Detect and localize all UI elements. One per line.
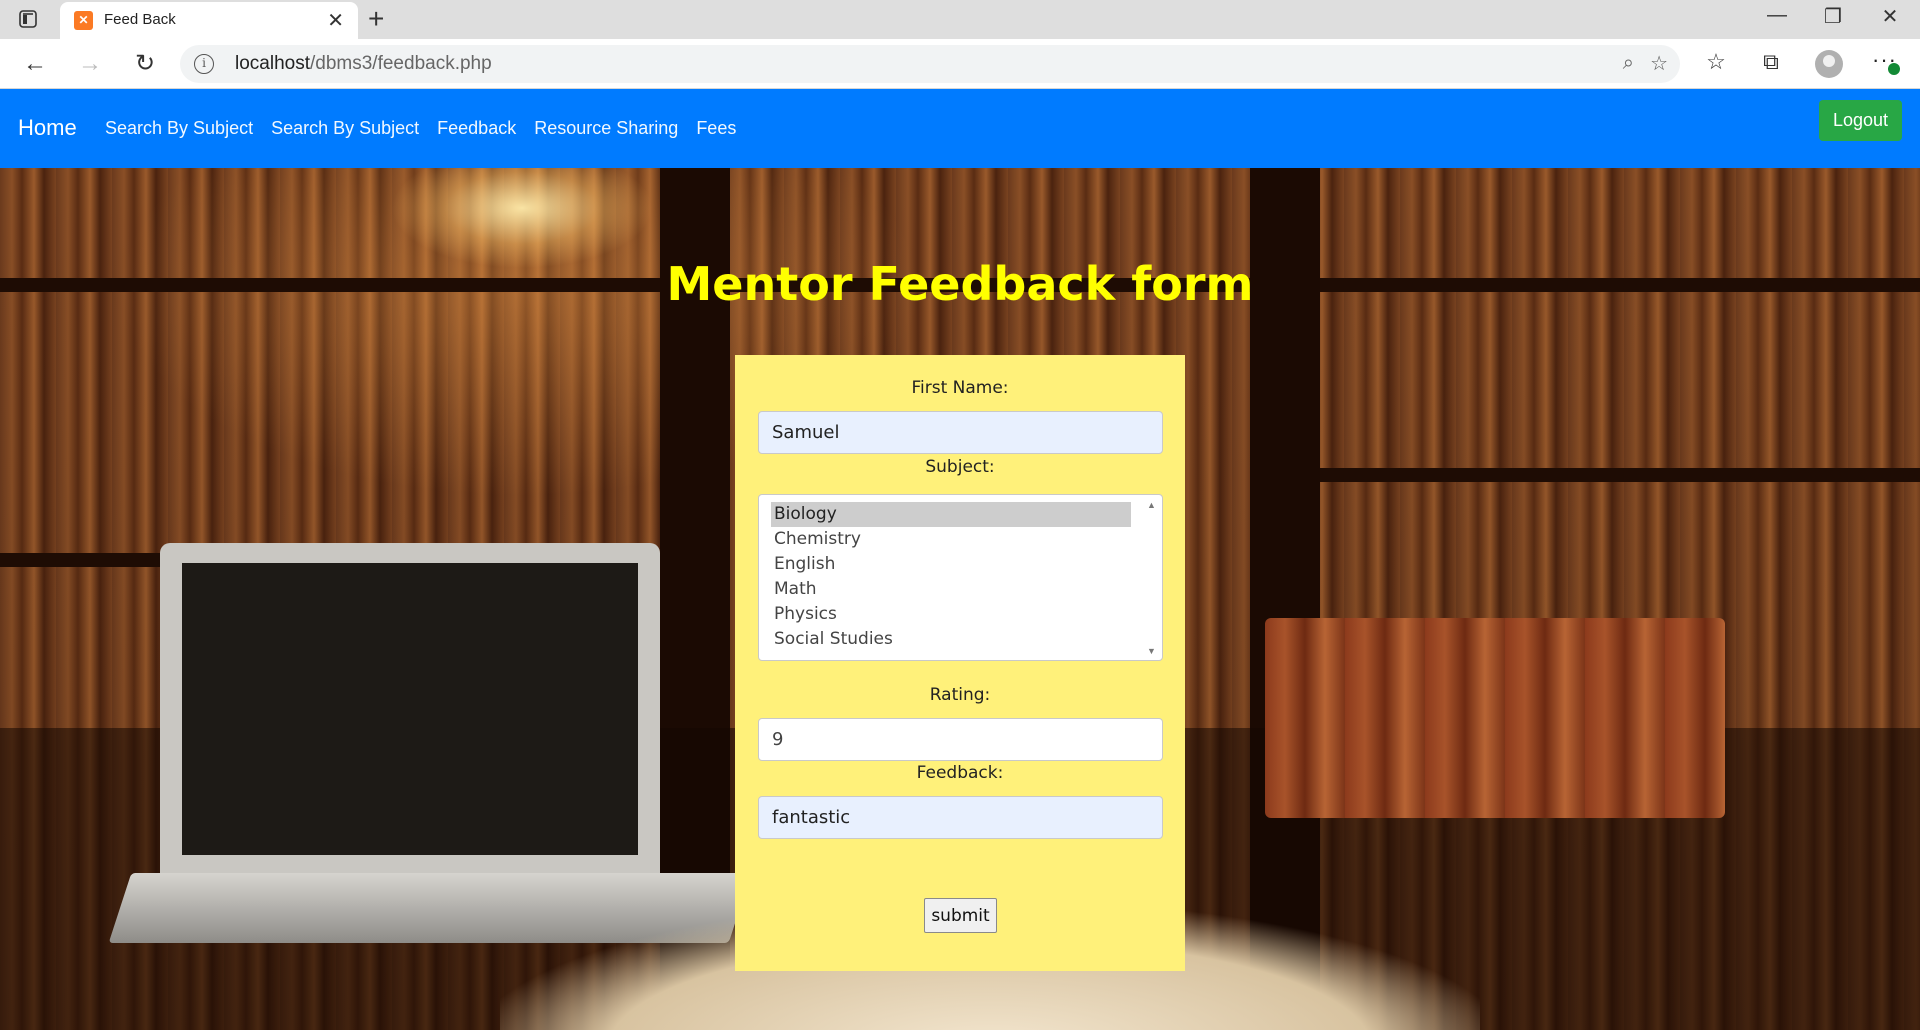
- subject-option-math[interactable]: Math: [771, 577, 1131, 602]
- nav-fees-link[interactable]: Fees: [696, 118, 736, 139]
- new-tab-icon[interactable]: +: [368, 3, 384, 35]
- subject-option-social-studies[interactable]: Social Studies: [771, 627, 1131, 652]
- site-info-icon[interactable]: i: [194, 54, 214, 74]
- rating-input[interactable]: [758, 718, 1163, 761]
- update-badge-icon: [1888, 63, 1900, 75]
- feedback-input[interactable]: [758, 796, 1163, 839]
- laptop-image: [160, 543, 660, 878]
- nav-search-by-subject-link-2[interactable]: Search By Subject: [271, 118, 419, 139]
- rating-label: Rating:: [929, 685, 991, 705]
- tab-title: Feed Back: [104, 11, 176, 28]
- url-text[interactable]: localhost/dbms3/feedback.php: [235, 53, 492, 75]
- restore-icon[interactable]: ❐: [1813, 4, 1853, 29]
- browser-toolbar: ← → ↻ i localhost/dbms3/feedback.php ⌕ ☆…: [0, 39, 1920, 89]
- scroll-down-arrow-icon[interactable]: ▼: [1147, 646, 1156, 656]
- first-name-label: First Name:: [911, 378, 1009, 398]
- shelf-decoration: [1320, 468, 1920, 482]
- browser-tab-active[interactable]: ✕ Feed Back ✕: [60, 2, 358, 39]
- window-close-icon[interactable]: ✕: [1870, 4, 1910, 29]
- subject-label: Subject:: [925, 457, 995, 477]
- subject-option-biology[interactable]: Biology: [771, 502, 1131, 527]
- subject-option-physics[interactable]: Physics: [771, 602, 1131, 627]
- settings-menu-icon[interactable]: ···: [1872, 47, 1900, 75]
- reload-icon[interactable]: ↻: [130, 49, 160, 79]
- tab-actions-icon[interactable]: [18, 9, 38, 29]
- subject-option-english[interactable]: English: [771, 552, 1131, 577]
- listbox-scrollbar[interactable]: ▲ ▼: [1146, 500, 1158, 656]
- top-navbar: Home Search By Subject Search By Subject…: [0, 89, 1920, 168]
- xampp-favicon-icon: ✕: [74, 11, 93, 30]
- subject-option-chemistry[interactable]: Chemistry: [771, 527, 1131, 552]
- logout-button[interactable]: Logout: [1818, 100, 1902, 141]
- page-viewport: Home Search By Subject Search By Subject…: [0, 89, 1920, 1030]
- browser-tabstrip: ✕ Feed Back ✕ + — ❐ ✕: [0, 0, 1920, 39]
- back-icon[interactable]: ←: [20, 49, 50, 79]
- stacked-books: [1265, 618, 1725, 818]
- add-favorite-icon[interactable]: ☆: [1650, 51, 1668, 76]
- submit-button[interactable]: submit: [924, 898, 997, 933]
- forward-icon[interactable]: →: [75, 49, 105, 79]
- scroll-up-arrow-icon[interactable]: ▲: [1147, 500, 1156, 510]
- minimize-icon[interactable]: —: [1757, 4, 1797, 27]
- library-background-image: Mentor Feedback form First Name: Subject…: [0, 168, 1920, 1030]
- feedback-form: First Name: Subject: Biology Chemistry E…: [735, 355, 1185, 971]
- subject-listbox[interactable]: Biology Chemistry English Math Physics S…: [758, 494, 1163, 661]
- address-bar[interactable]: i localhost/dbms3/feedback.php ⌕ ☆: [180, 45, 1680, 83]
- tab-close-icon[interactable]: ✕: [327, 8, 344, 33]
- nav-resource-sharing-link[interactable]: Resource Sharing: [534, 118, 678, 139]
- profile-avatar-icon[interactable]: [1815, 50, 1843, 78]
- nav-search-by-subject-link[interactable]: Search By Subject: [105, 118, 253, 139]
- zoom-icon[interactable]: ⌕: [1623, 52, 1634, 75]
- nav-links: Search By Subject Search By Subject Feed…: [105, 118, 736, 139]
- nav-home-link[interactable]: Home: [18, 115, 77, 141]
- favorites-icon[interactable]: ☆: [1700, 49, 1732, 75]
- form-title: Mentor Feedback form: [666, 257, 1254, 311]
- feedback-label: Feedback:: [916, 763, 1004, 783]
- collections-icon[interactable]: ⧉: [1755, 49, 1787, 75]
- first-name-input[interactable]: [758, 411, 1163, 454]
- nav-feedback-link[interactable]: Feedback: [437, 118, 516, 139]
